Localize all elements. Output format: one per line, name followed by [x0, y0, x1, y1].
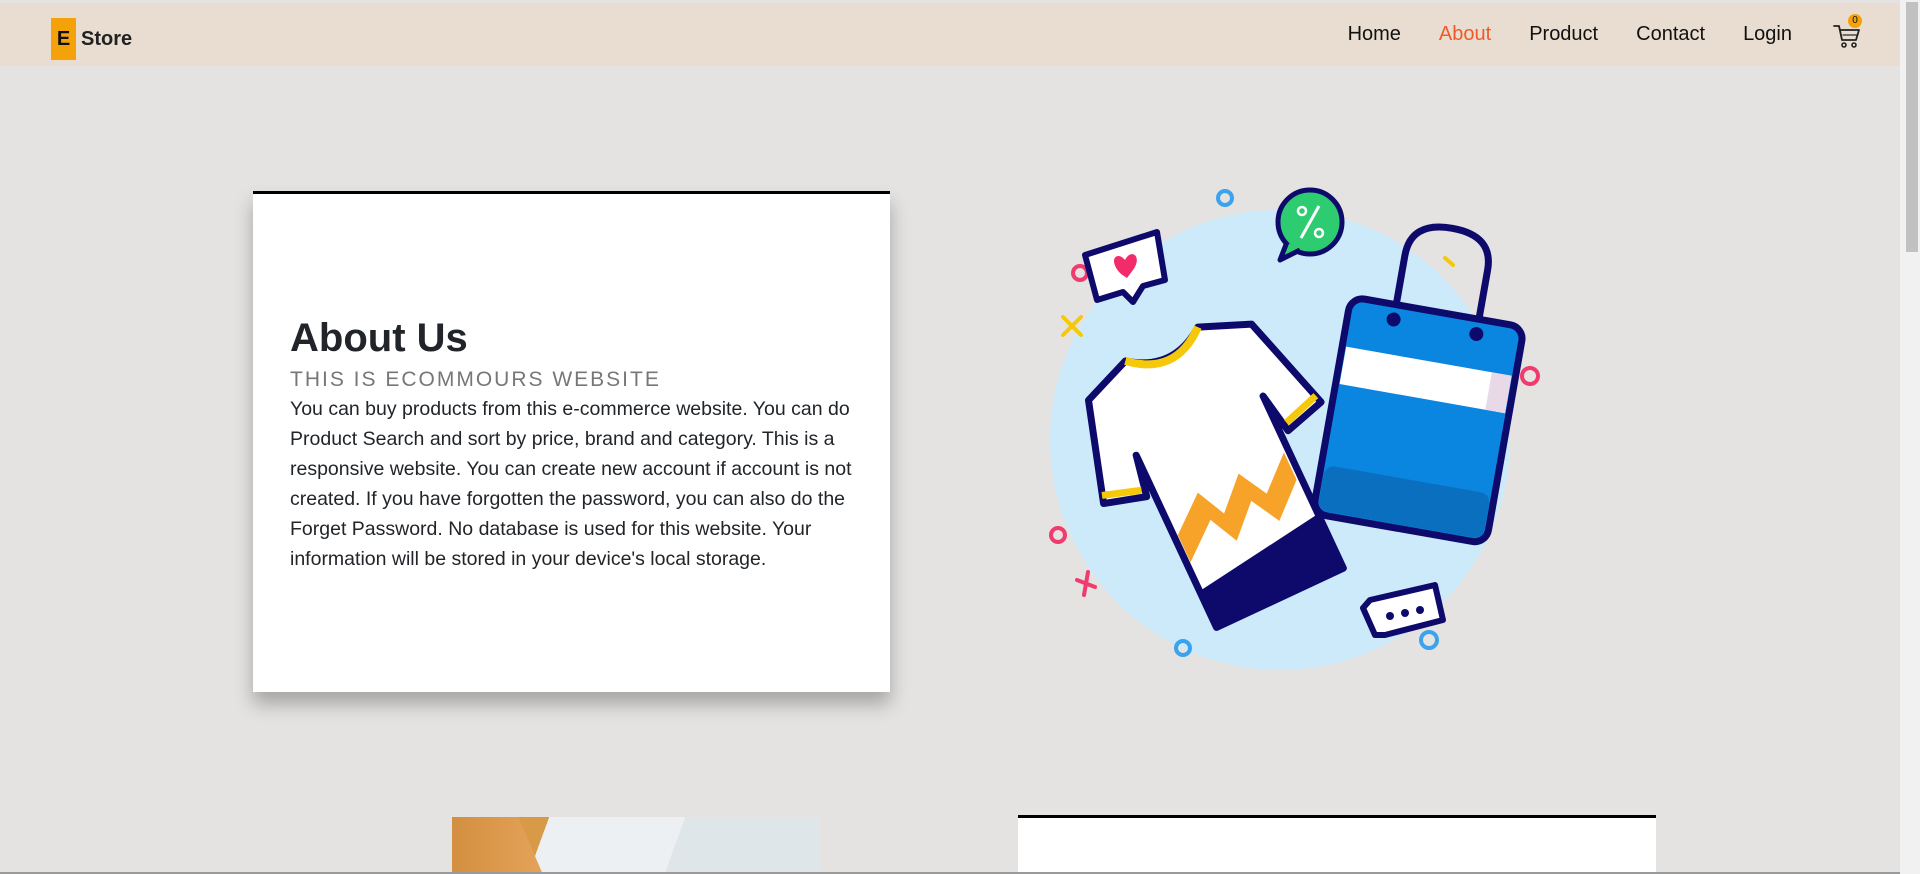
product-photo-partial	[452, 817, 819, 872]
cart-button[interactable]: 0	[1832, 13, 1862, 50]
shopping-illustration	[1049, 187, 1540, 670]
info-card-partial	[1018, 815, 1656, 872]
photo-detail	[452, 817, 544, 872]
nav-product[interactable]: Product	[1529, 23, 1598, 46]
about-subtitle: THIS IS ECOMMOURS WEBSITE	[290, 368, 661, 391]
about-description: You can buy products from this e-commerc…	[290, 398, 852, 570]
nav-login[interactable]: Login	[1743, 23, 1792, 46]
about-card: About Us THIS IS ECOMMOURS WEBSITE You c…	[253, 191, 890, 692]
about-title: About Us	[290, 316, 468, 360]
scrollbar-thumb[interactable]	[1906, 2, 1918, 252]
navbar: E Store Home About Product Contact Login…	[0, 3, 1900, 66]
nav-contact[interactable]: Contact	[1636, 23, 1705, 46]
brand-name: Store	[81, 27, 133, 50]
brand-badge: E	[51, 18, 76, 60]
page-viewport: E Store Home About Product Contact Login…	[0, 0, 1900, 874]
nav-about[interactable]: About	[1439, 23, 1491, 46]
nav-menu: Home About Product Contact Login 0	[1310, 3, 1900, 66]
brand-logo[interactable]: E Store	[51, 18, 132, 60]
page-scrollbar[interactable]	[1900, 0, 1920, 874]
nav-home[interactable]: Home	[1348, 23, 1401, 46]
cart-count-badge: 0	[1848, 13, 1862, 28]
